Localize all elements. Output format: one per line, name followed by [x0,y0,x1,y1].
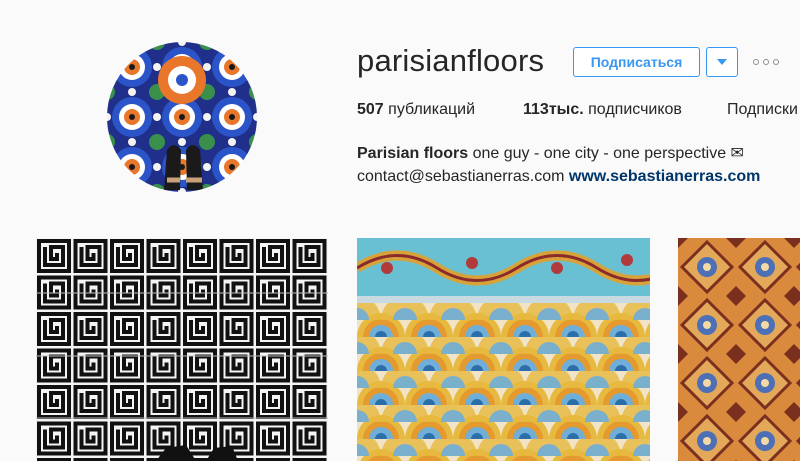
more-options-icon[interactable] [753,56,779,68]
bio-website-link[interactable]: www.sebastianerras.com [569,168,761,185]
post-thumbnail-1[interactable] [36,238,328,461]
bio-text: one guy - one city - one perspective ✉ [472,145,744,162]
posts-count: 507 [357,101,384,118]
profile-stats: 507 публикаций 113тыс. подписчиков Подпи… [0,101,800,123]
following-stat[interactable]: Подписки [727,101,798,119]
profile-username: parisianfloors [357,43,545,78]
followers-stat[interactable]: 113тыс. подписчиков [523,101,682,119]
post-thumbnail-2[interactable] [357,238,650,461]
bio-email: contact@sebastianerras.com [357,168,565,185]
posts-label: публикаций [388,101,476,118]
followers-count: 113тыс. [523,101,584,118]
posts-stat: 507 публикаций [357,101,475,119]
following-label: Подписки [727,101,798,118]
follow-button[interactable]: Подписаться [573,47,700,77]
bio-line-2: contact@sebastianerras.com www.sebastian… [357,165,797,188]
bio-full-name: Parisian floors [357,145,469,162]
followers-label: подписчиков [588,101,682,118]
profile-bio: Parisian floors one guy - one city - one… [357,142,797,188]
suggestions-dropdown-button[interactable] [706,47,738,77]
chevron-down-icon [717,59,727,65]
post-thumbnail-3[interactable] [678,238,800,461]
bio-line-1: Parisian floors one guy - one city - one… [357,142,797,165]
